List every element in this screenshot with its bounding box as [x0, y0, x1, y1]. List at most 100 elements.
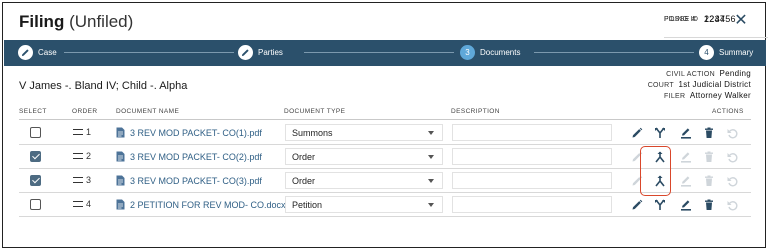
trash-icon[interactable] [702, 150, 716, 164]
step-documents[interactable]: 3 Documents [460, 45, 520, 60]
filing-dialog: Filing (Unfiled) POSSE #123456 FILING ID… [2, 2, 768, 248]
edit-icon[interactable] [679, 126, 693, 140]
step-number: 3 [460, 45, 475, 60]
header-select: SELECT [19, 108, 47, 115]
chevron-down-icon [428, 131, 434, 135]
drag-handle-icon[interactable] [73, 177, 83, 183]
order-handle[interactable]: 1 [73, 127, 91, 137]
title-main: Filing [19, 12, 65, 31]
step-connector [64, 52, 234, 53]
description-input[interactable] [452, 124, 612, 141]
order-number: 3 [86, 175, 92, 185]
chevron-down-icon [428, 155, 434, 159]
wizard-steps: Case Parties 3 Documents 4 Summary [4, 40, 766, 66]
header-actions: ACTIONS [712, 108, 744, 115]
order-number: 4 [86, 199, 92, 209]
civil-action-label: CIVIL ACTION [666, 71, 716, 78]
title-status: (Unfiled) [69, 12, 134, 31]
table-row: 1 3 REV MOD PACKET- CO(1).pdf Summons [19, 121, 751, 145]
step-parties[interactable]: Parties [238, 45, 283, 60]
header-document-name: DOCUMENT NAME [116, 108, 180, 115]
step-label: Case [38, 48, 57, 57]
step-connector [304, 52, 454, 53]
drag-handle-icon[interactable] [73, 129, 83, 135]
trash-icon[interactable] [702, 174, 716, 188]
file-icon [116, 151, 125, 162]
step-number: 4 [699, 45, 714, 60]
chevron-down-icon [428, 179, 434, 183]
case-meta: CIVIL ACTION Pending COURT 1st Judicial … [648, 69, 751, 102]
order-number: 2 [86, 151, 92, 161]
step-label: Parties [258, 48, 283, 57]
order-handle[interactable]: 2 [73, 151, 91, 161]
pencil-icon [238, 45, 253, 60]
drag-handle-icon[interactable] [73, 153, 83, 159]
undo-icon[interactable] [725, 198, 739, 212]
order-handle[interactable]: 4 [73, 199, 91, 209]
split-icon[interactable] [653, 198, 667, 212]
header-document-type: DOCUMENT TYPE [284, 108, 346, 115]
order-number: 1 [86, 127, 92, 137]
document-link[interactable]: 3 REV MOD PACKET- CO(3).pdf [116, 175, 262, 186]
drag-handle-icon[interactable] [73, 201, 83, 207]
edit-icon[interactable] [679, 150, 693, 164]
select-checkbox[interactable] [30, 175, 41, 186]
civil-action-value: Pending [719, 69, 751, 78]
file-icon [116, 199, 125, 210]
document-type-select[interactable]: Petition [285, 196, 443, 213]
rename-pencil-icon[interactable] [630, 198, 644, 212]
filing-id-label: FILING ID [664, 16, 699, 23]
document-type-value: Order [292, 152, 316, 162]
step-label: Summary [719, 48, 754, 57]
description-input[interactable] [452, 196, 612, 213]
edit-icon[interactable] [679, 198, 693, 212]
select-checkbox[interactable] [30, 151, 41, 162]
rename-pencil-icon[interactable] [630, 126, 644, 140]
undo-icon[interactable] [725, 150, 739, 164]
file-icon [116, 127, 125, 138]
document-type-select[interactable]: Order [285, 148, 443, 165]
close-icon[interactable]: ✕ [733, 13, 749, 29]
document-name[interactable]: 3 REV MOD PACKET- CO(1).pdf [130, 128, 262, 138]
document-name[interactable]: 3 REV MOD PACKET- CO(2).pdf [130, 152, 262, 162]
step-connector [534, 52, 694, 53]
step-label: Documents [480, 48, 521, 57]
document-type-value: Summons [292, 128, 333, 138]
undo-icon[interactable] [725, 126, 739, 140]
select-checkbox[interactable] [30, 127, 41, 138]
undo-icon[interactable] [725, 174, 739, 188]
header-order: ORDER [72, 108, 98, 115]
document-link[interactable]: 3 REV MOD PACKET- CO(1).pdf [116, 127, 262, 138]
court-label: COURT [647, 82, 674, 89]
edit-icon[interactable] [679, 174, 693, 188]
document-type-value: Petition [292, 200, 323, 210]
description-input[interactable] [452, 172, 612, 189]
chevron-down-icon [428, 203, 434, 207]
step-summary[interactable]: 4 Summary [699, 45, 753, 60]
document-type-value: Order [292, 176, 316, 186]
filer-label: FILER [664, 93, 686, 100]
page-title: Filing (Unfiled) [19, 12, 133, 32]
court-value: 1st Judicial District [678, 80, 751, 89]
document-link[interactable]: 3 REV MOD PACKET- CO(2).pdf [116, 151, 262, 162]
header-divider [19, 119, 751, 120]
document-link[interactable]: 2 PETITION FOR REV MOD- CO.docx [116, 199, 286, 210]
order-handle[interactable]: 3 [73, 175, 91, 185]
trash-icon[interactable] [702, 198, 716, 212]
highlight-box [640, 146, 671, 196]
pencil-icon [18, 45, 33, 60]
filer-value: Attorney Walker [689, 91, 751, 100]
document-name[interactable]: 3 REV MOD PACKET- CO(3).pdf [130, 176, 262, 186]
description-input[interactable] [452, 148, 612, 165]
trash-icon[interactable] [702, 126, 716, 140]
step-case[interactable]: Case [18, 45, 57, 60]
document-name[interactable]: 2 PETITION FOR REV MOD- CO.docx [130, 200, 286, 210]
select-checkbox[interactable] [30, 199, 41, 210]
file-icon [116, 175, 125, 186]
filing-id-value: 2247 [704, 14, 726, 24]
table-row: 4 2 PETITION FOR REV MOD- CO.docx Petition [19, 193, 751, 217]
document-type-select[interactable]: Order [285, 172, 443, 189]
split-icon[interactable] [653, 126, 667, 140]
document-type-select[interactable]: Summons [285, 124, 443, 141]
header-description: DESCRIPTION [451, 108, 500, 115]
